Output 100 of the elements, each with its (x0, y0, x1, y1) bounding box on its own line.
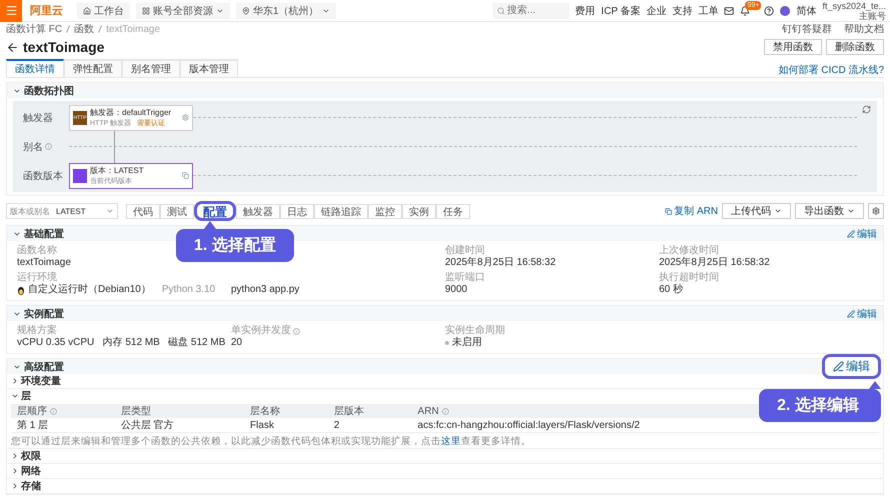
action-button[interactable]: 删除函数 (826, 39, 884, 55)
group-toggle[interactable]: 存储 (11, 479, 41, 493)
table-cell: Flask (244, 418, 328, 432)
section-title: 高级配置 (24, 360, 64, 374)
function-tab[interactable]: 配置 (194, 201, 236, 221)
section-title: 基础配置 (24, 228, 64, 240)
table-cell: 第 1 层 (11, 418, 115, 432)
search-field[interactable]: 搜索... (493, 2, 570, 18)
function-tab[interactable]: 任务 (436, 204, 470, 218)
callout: 1. 选择配置 (176, 229, 294, 262)
table-cell: 公共层 官方 (114, 418, 244, 432)
field-value: python3 app.py (231, 284, 300, 296)
cicd-link[interactable]: 如何部署 CICD 流水线? (778, 63, 884, 77)
user-name[interactable]: ft_sys2024_te... (822, 0, 886, 10)
field-label: 监听端口 (445, 272, 485, 284)
tab[interactable]: 版本管理 (180, 59, 238, 77)
field-label: 函数名称 (17, 245, 57, 257)
edit-button[interactable]: 编辑 (822, 354, 881, 379)
function-tab[interactable]: 实例 (402, 204, 436, 218)
column-header: 层名称 (250, 405, 280, 418)
top-link[interactable]: 工单 (698, 4, 718, 18)
top-link[interactable]: 支持 (672, 4, 692, 18)
status-dot (445, 341, 449, 345)
pin-icon (242, 6, 250, 14)
field-value: 未启用 (452, 337, 482, 349)
edit-button[interactable]: 编辑 (847, 226, 877, 240)
breadcrumb-link[interactable]: 函数计算 FC (6, 22, 62, 36)
action-button[interactable]: 禁用函数 (764, 39, 822, 55)
tab[interactable]: 弹性配置 (64, 59, 122, 77)
copy-icon[interactable] (182, 172, 189, 179)
separator-icon (98, 25, 102, 33)
top-link[interactable]: ICP 备案 (601, 4, 640, 18)
group-toggle[interactable]: 权限 (11, 449, 41, 463)
language-link[interactable]: 简体 (796, 4, 816, 18)
top-link[interactable]: 企业 (646, 4, 666, 18)
row-label: 函数版本 (23, 170, 63, 182)
function-tab[interactable]: 链路追踪 (314, 204, 368, 218)
menu-icon (4, 4, 18, 17)
refresh-icon[interactable] (862, 105, 871, 114)
field-value: 60 秒 (659, 284, 683, 296)
edit-icon (847, 310, 855, 318)
copy-arn-link[interactable]: 复制 ARN (665, 204, 718, 218)
bell-icon[interactable] (740, 6, 750, 16)
here-link[interactable]: 这里 (441, 436, 461, 447)
export-function-button[interactable]: 导出函数 (795, 203, 864, 219)
help-icon[interactable] (764, 6, 774, 16)
function-icon (73, 168, 87, 182)
function-tab[interactable]: 代码 (126, 204, 160, 218)
field-note: Python 3.10 (162, 284, 216, 296)
tab[interactable]: 别名管理 (122, 59, 180, 77)
group-toggle[interactable]: 层 (11, 389, 31, 403)
field-value: 9000 (445, 284, 468, 296)
field-label: 单实例并发度 (231, 325, 291, 337)
section-title: 函数拓扑图 (24, 84, 74, 98)
layer-note: 您可以通过层来编辑和管理多个函数的公共依赖，以此减少函数代码包体积或实现功能扩展，点击这里查看更多详情。 (11, 435, 532, 448)
field-value: 自定义运行时（Debian10） (28, 284, 151, 296)
table-cell: acs:fc:cn-hangzhou:official:layers/Flask/versions/2 (412, 418, 879, 432)
workbench-button[interactable]: 工作台 (77, 2, 130, 18)
breadcrumb-link[interactable]: 函数 (74, 22, 94, 36)
help-link[interactable]: 钉钉答疑群 (782, 22, 832, 36)
function-tab[interactable]: 日志 (280, 204, 314, 218)
region-dropdown[interactable]: 华东1（杭州） (236, 2, 336, 18)
group-toggle[interactable]: 环境变量 (11, 374, 61, 388)
page-title: textToimage (23, 39, 104, 55)
penguin-icon (17, 286, 25, 294)
field-label: 创建时间 (445, 245, 485, 257)
back-arrow-icon[interactable] (6, 40, 19, 54)
column-header: ARN (418, 406, 439, 416)
edit-button[interactable]: 编辑 (847, 306, 877, 320)
callout-tail-icon (869, 381, 881, 389)
resource-dropdown[interactable]: 账号全部资源 (136, 2, 230, 18)
home-icon (83, 6, 91, 14)
field-label: 上次修改时间 (659, 245, 719, 257)
group-toggle[interactable]: 网络 (11, 464, 41, 478)
field-value: textToimage (17, 257, 71, 269)
assistant-icon[interactable] (780, 6, 790, 16)
settings-button[interactable] (868, 203, 884, 219)
grid-icon (142, 6, 150, 14)
function-tab[interactable]: 测试 (160, 204, 194, 218)
upload-code-button[interactable]: 上传代码 (722, 203, 791, 219)
menu-button[interactable] (0, 0, 22, 22)
caret-icon (847, 207, 855, 215)
top-link[interactable]: 费用 (575, 4, 596, 18)
tab[interactable]: 函数详情 (6, 59, 64, 77)
version-select[interactable]: 版本或别名 LATEST (6, 203, 118, 219)
separator-icon (66, 25, 70, 33)
gear-icon[interactable] (182, 114, 189, 121)
caret-icon (774, 207, 782, 215)
help-link[interactable]: 帮助文档 (844, 22, 884, 36)
caret-icon (106, 207, 114, 215)
function-tab[interactable]: 触发器 (236, 204, 280, 218)
edit-icon (847, 230, 855, 238)
field-value: 2025年8月25日 16:58:32 (659, 257, 770, 269)
field-value: vCPU 0.35 vCPU 内存 512 MB 磁盘 512 MB (17, 337, 226, 349)
row-label: 触发器 (23, 112, 53, 124)
function-tab[interactable]: 监控 (368, 204, 402, 218)
copy-icon (665, 208, 672, 214)
row-label: 别名 (23, 140, 43, 154)
column-header: 层版本 (334, 404, 364, 418)
mail-icon[interactable] (724, 6, 734, 16)
